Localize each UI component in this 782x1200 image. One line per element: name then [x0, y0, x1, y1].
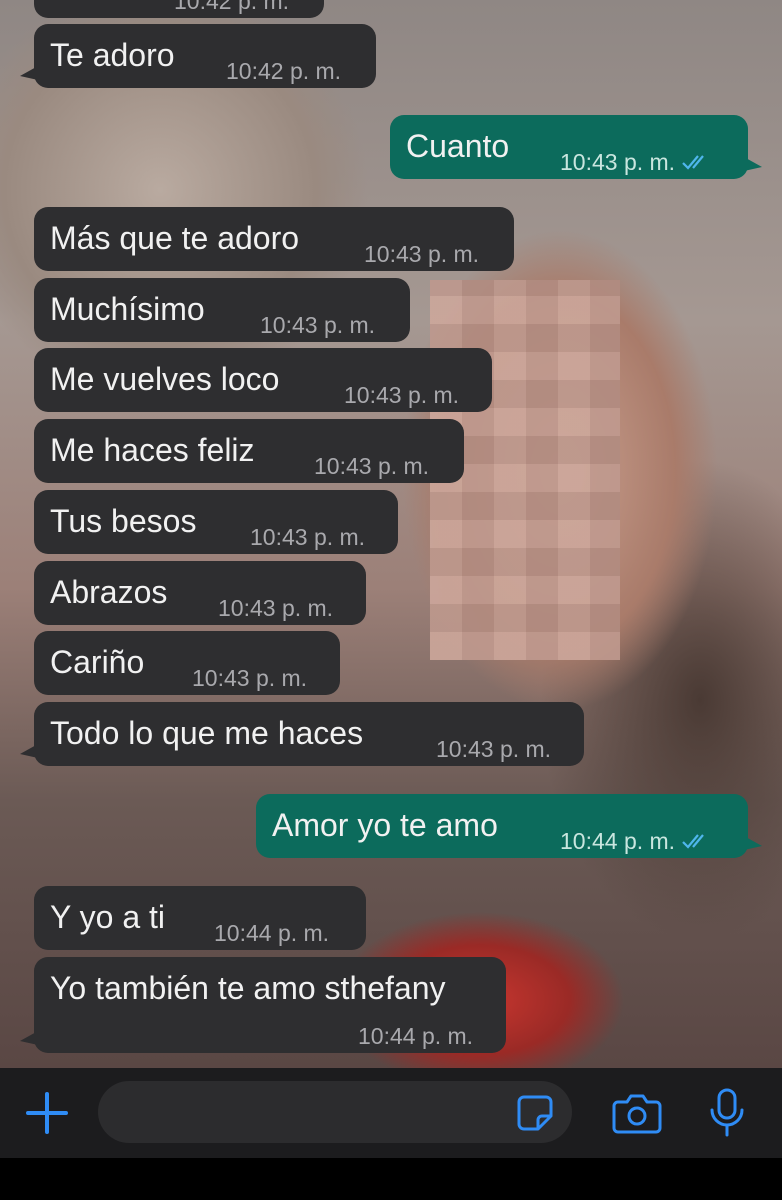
message-time: 10:43 p. m. [260, 312, 376, 338]
home-indicator-area [0, 1158, 782, 1200]
message-text: Y yo a ti [50, 899, 166, 935]
message-bubble[interactable]: Amor yo te amo 10:44 p. m. [256, 794, 762, 858]
message-text: Todo lo que me haces [50, 715, 364, 751]
message-bubble[interactable]: Me haces feliz 10:43 p. m. [34, 419, 464, 483]
message-bubble[interactable]: Me vuelves loco 10:43 p. m. [34, 348, 492, 412]
message-text: Muchísimo [50, 291, 205, 327]
message-time: 10:42 p. m. [226, 58, 342, 84]
message-time: 10:43 p. m. [364, 241, 480, 267]
message-text: Me haces feliz [50, 432, 255, 468]
message-bubble[interactable]: Y yo a ti 10:44 p. m. [34, 886, 366, 950]
message-bubble[interactable]: Tus besos 10:43 p. m. [34, 490, 398, 554]
message-bubble[interactable]: Cariño 10:43 p. m. [34, 631, 340, 695]
message-time: 10:44 p. m. [560, 828, 676, 854]
message-time: 10:43 p. m. [218, 595, 334, 621]
message-time: 10:43 p. m. [314, 453, 430, 479]
message-text: Más que te adoro [50, 220, 300, 256]
read-receipt-icon [682, 834, 704, 849]
plus-icon[interactable] [24, 1090, 70, 1136]
message-text: Cariño [50, 644, 145, 680]
microphone-icon[interactable] [708, 1088, 746, 1138]
message-bubble[interactable]: Todo lo que me haces 10:43 p. m. [20, 702, 584, 766]
message-input[interactable] [98, 1081, 572, 1143]
sticker-icon[interactable] [516, 1094, 554, 1132]
message-bubble[interactable]: Muchísimo 10:43 p. m. [34, 278, 410, 342]
message-text: Abrazos [50, 574, 168, 610]
message-time: 10:42 p. m. [174, 0, 290, 14]
message-time: 10:44 p. m. [214, 920, 330, 946]
camera-icon[interactable] [612, 1092, 662, 1134]
message-bubble[interactable]: Yo también te amo sthefany 10:44 p. m. [20, 957, 506, 1053]
message-bubble[interactable]: Abrazos 10:43 p. m. [34, 561, 366, 625]
message-text: Amor yo te amo [272, 807, 498, 843]
message-time: 10:43 p. m. [436, 736, 552, 762]
message-time: 10:43 p. m. [344, 382, 460, 408]
message-time: 10:43 p. m. [560, 149, 676, 175]
message-bubble[interactable]: Cuanto 10:43 p. m. [390, 115, 762, 179]
message-bubble[interactable]: 10:42 p. m. [34, 0, 324, 18]
read-receipt-icon [682, 155, 704, 170]
message-text: Cuanto [406, 128, 510, 164]
message-time: 10:44 p. m. [358, 1023, 474, 1049]
message-bubble[interactable]: Más que te adoro 10:43 p. m. [34, 207, 514, 271]
message-time: 10:43 p. m. [192, 665, 308, 691]
message-text: Yo también te amo sthefany [50, 970, 446, 1006]
message-time: 10:43 p. m. [250, 524, 366, 550]
message-text: Me vuelves loco [50, 361, 280, 397]
message-text: Tus besos [50, 503, 197, 539]
message-text: Te adoro [50, 37, 175, 73]
message-bubble[interactable]: Te adoro 10:42 p. m. [20, 24, 376, 88]
